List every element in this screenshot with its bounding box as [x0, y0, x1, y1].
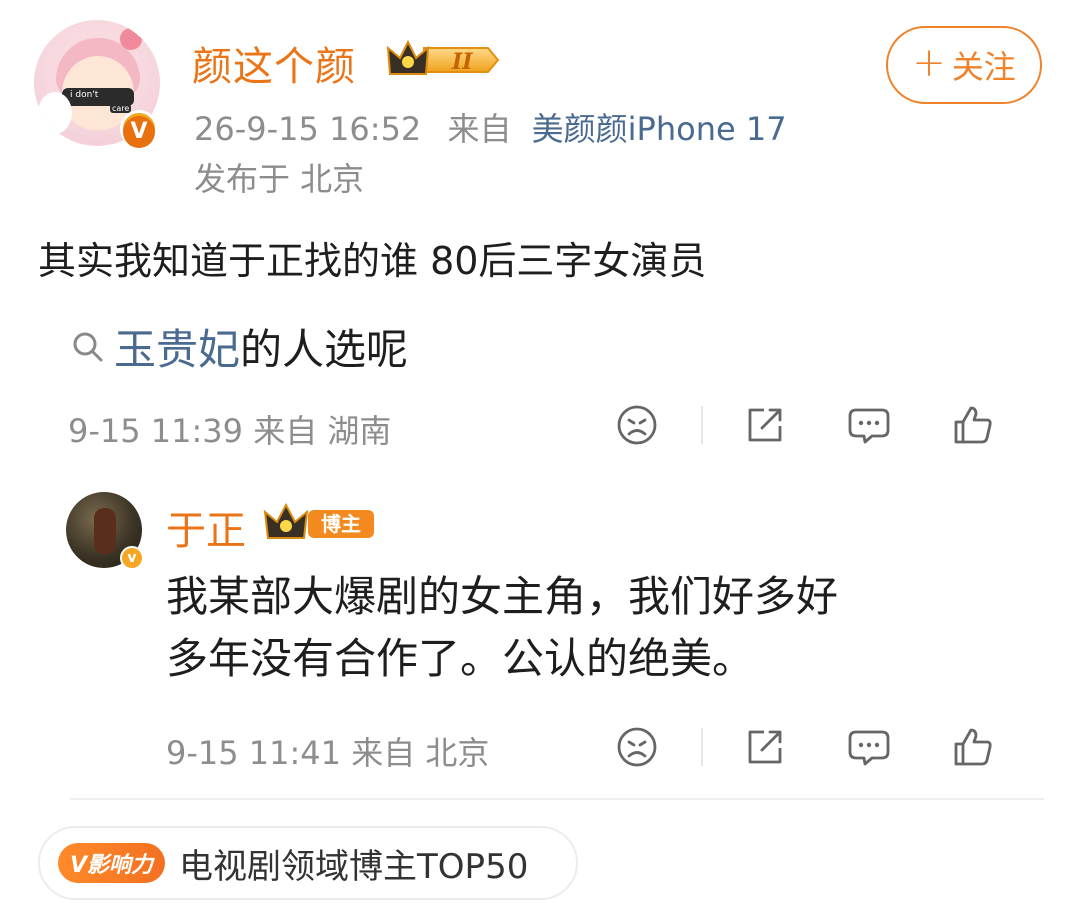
sad-face-icon: [617, 727, 657, 767]
source-prefix: 来自: [447, 110, 512, 148]
follow-label: 关注: [951, 48, 1016, 86]
plus-icon: +: [912, 40, 946, 86]
influence-tag[interactable]: V影响力 电视剧领域博主TOP50: [38, 826, 578, 900]
like-button[interactable]: [950, 724, 996, 770]
section-divider: [70, 798, 1044, 800]
comment-text: 玉贵妃 的人选呢: [70, 316, 408, 377]
comment-button[interactable]: [846, 402, 892, 448]
post-meta: 26-9-15 16:52 来自 美颜颜iPhone 17: [194, 104, 787, 150]
level-crown-icon: II: [386, 39, 500, 75]
dislike-button[interactable]: [614, 402, 660, 448]
avatar-text: care: [110, 104, 132, 113]
share-icon: [748, 730, 782, 764]
blogger-crown-icon: 博主: [263, 502, 374, 539]
influence-badge: V影响力: [58, 843, 166, 883]
verified-badge-icon: v: [120, 546, 144, 570]
share-button[interactable]: [742, 402, 788, 448]
post-source-link[interactable]: 美颜颜iPhone 17: [532, 110, 787, 148]
action-divider: [701, 728, 703, 766]
blogger-badge-text: 博主: [321, 512, 361, 536]
dislike-button[interactable]: [614, 724, 660, 770]
reply-text-line: 多年没有合作了。公认的绝美。: [166, 634, 755, 683]
verified-badge-icon: V: [120, 110, 158, 148]
like-button[interactable]: [950, 402, 996, 448]
comment-icon: [848, 408, 890, 444]
reply-text-line: 我某部大爆剧的女主角，我们好多好: [166, 572, 839, 621]
level-text: II: [451, 49, 473, 75]
post-location: 发布于 北京: [194, 160, 365, 198]
share-icon: [748, 408, 782, 442]
author-name[interactable]: 颜这个颜: [192, 34, 356, 92]
avatar-text: i don't: [70, 90, 99, 100]
comment-timestamp: 9-15 11:39 来自 湖南: [68, 412, 392, 450]
comment-text-rest: 的人选呢: [240, 325, 409, 374]
reply-author-name[interactable]: 于正: [166, 498, 246, 556]
share-button[interactable]: [742, 724, 788, 770]
like-icon: [954, 406, 992, 444]
post-timestamp: 26-9-15 16:52: [194, 110, 422, 148]
follow-button[interactable]: + 关注: [886, 26, 1042, 104]
search-topic-link[interactable]: 玉贵妃: [114, 316, 240, 377]
reply-timestamp: 9-15 11:41 来自 北京: [166, 734, 490, 772]
reply-text: 我某部大爆剧的女主角，我们好多好 多年没有合作了。公认的绝美。: [166, 566, 986, 690]
like-icon: [954, 728, 992, 766]
action-divider: [701, 406, 703, 444]
comment-button[interactable]: [846, 724, 892, 770]
influence-label: 电视剧领域博主TOP50: [179, 846, 529, 887]
comment-icon: [848, 730, 890, 766]
search-icon: [73, 332, 103, 361]
post-text: 其实我知道于正找的谁 80后三字女演员: [38, 239, 707, 283]
sad-face-icon: [617, 405, 657, 445]
